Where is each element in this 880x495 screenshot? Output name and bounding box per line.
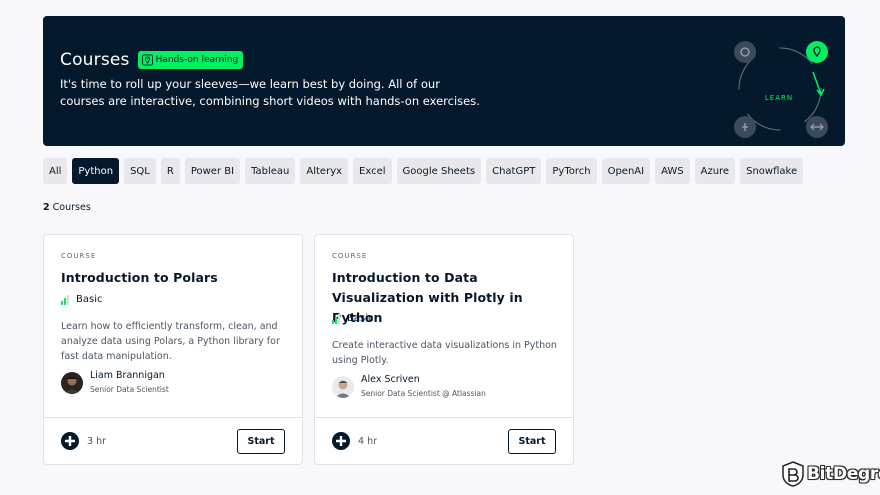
location-pin-icon: [141, 54, 153, 66]
course-description: Create interactive data visualizations i…: [332, 340, 557, 366]
filter-chip-power-bi[interactable]: Power BI: [184, 158, 241, 184]
result-count-label: Courses: [52, 202, 91, 213]
hero-banner: Courses Hands-on learning It's time to r…: [43, 16, 845, 146]
course-author: Liam Brannigan Senior Data Scientist: [61, 370, 169, 395]
course-description: Learn how to efficiently transform, clea…: [61, 321, 280, 362]
course-title[interactable]: Introduction to Polars: [61, 268, 286, 288]
filter-chip-aws[interactable]: AWS: [655, 158, 690, 184]
filter-chip-python[interactable]: Python: [72, 158, 120, 184]
author-avatar: [61, 371, 83, 394]
card-kind: COURSE: [61, 252, 97, 260]
duration-text: 3 hr: [87, 435, 106, 447]
duration-icon: [61, 432, 79, 450]
author-name: Alex Scriven: [361, 374, 420, 385]
filter-chip-chatgpt[interactable]: ChatGPT: [486, 158, 542, 184]
author-avatar: [332, 375, 354, 398]
filter-chip-azure[interactable]: Azure: [694, 158, 736, 184]
badge-label: Hands-on learning: [155, 55, 239, 65]
filter-chip-snowflake[interactable]: Snowflake: [740, 158, 804, 184]
learn-cycle-illustration: LEARN: [734, 41, 828, 138]
page-title: Courses: [60, 50, 130, 70]
course-level: Basic: [61, 294, 102, 305]
hero-title-row: Courses Hands-on learning: [60, 50, 244, 70]
card-footer: 4 hr Start: [315, 417, 573, 454]
bitdegree-watermark: BitDegree: [782, 461, 880, 487]
filter-chip-sql[interactable]: SQL: [124, 158, 156, 184]
filter-chip-pytorch[interactable]: PyTorch: [546, 158, 597, 184]
course-card-plotly[interactable]: COURSE Introduction to Data Visualizatio…: [314, 234, 574, 465]
author-role: Senior Data Scientist @ Atlassian: [361, 389, 486, 398]
start-button[interactable]: Start: [508, 429, 556, 454]
filter-chip-google-sheets[interactable]: Google Sheets: [396, 158, 482, 184]
hero-description: It's time to roll up your sleeves—we lea…: [60, 77, 480, 108]
start-button[interactable]: Start: [237, 429, 285, 454]
hands-on-badge: Hands-on learning: [137, 51, 244, 69]
course-duration: 3 hr: [61, 432, 106, 450]
duration-icon: [332, 432, 350, 450]
cycle-label: LEARN: [765, 94, 793, 102]
author-role: Senior Data Scientist: [90, 385, 169, 394]
filter-chip-all[interactable]: All: [43, 158, 68, 184]
duration-text: 4 hr: [358, 435, 377, 447]
author-name: Liam Brannigan: [90, 370, 165, 381]
course-card-polars[interactable]: COURSE Introduction to Polars Basic Lear…: [43, 234, 303, 465]
filter-chip-openai[interactable]: OpenAI: [601, 158, 651, 184]
result-count-number: 2: [43, 202, 50, 213]
topic-filter-bar: All Python SQL R Power BI Tableau Alteryx Excel…: [43, 158, 804, 184]
card-footer: 3 hr Start: [44, 417, 302, 454]
filter-chip-tableau[interactable]: Tableau: [245, 158, 296, 184]
result-count: 2 Courses: [43, 202, 91, 213]
level-bars-icon: [61, 294, 69, 305]
level-bars-icon: [332, 313, 340, 324]
bitdegree-logo-icon: [782, 461, 804, 487]
filter-chip-excel[interactable]: Excel: [353, 158, 392, 184]
watermark-text: BitDegree: [807, 464, 880, 484]
filter-chip-r[interactable]: R: [160, 158, 180, 184]
course-duration: 4 hr: [332, 432, 377, 450]
course-author: Alex Scriven Senior Data Scientist @ Atl…: [332, 374, 486, 399]
course-level: Basic: [332, 313, 373, 324]
level-label: Basic: [76, 294, 103, 305]
filter-chip-alteryx[interactable]: Alteryx: [300, 158, 349, 184]
card-kind: COURSE: [332, 252, 368, 260]
level-label: Basic: [347, 313, 374, 324]
